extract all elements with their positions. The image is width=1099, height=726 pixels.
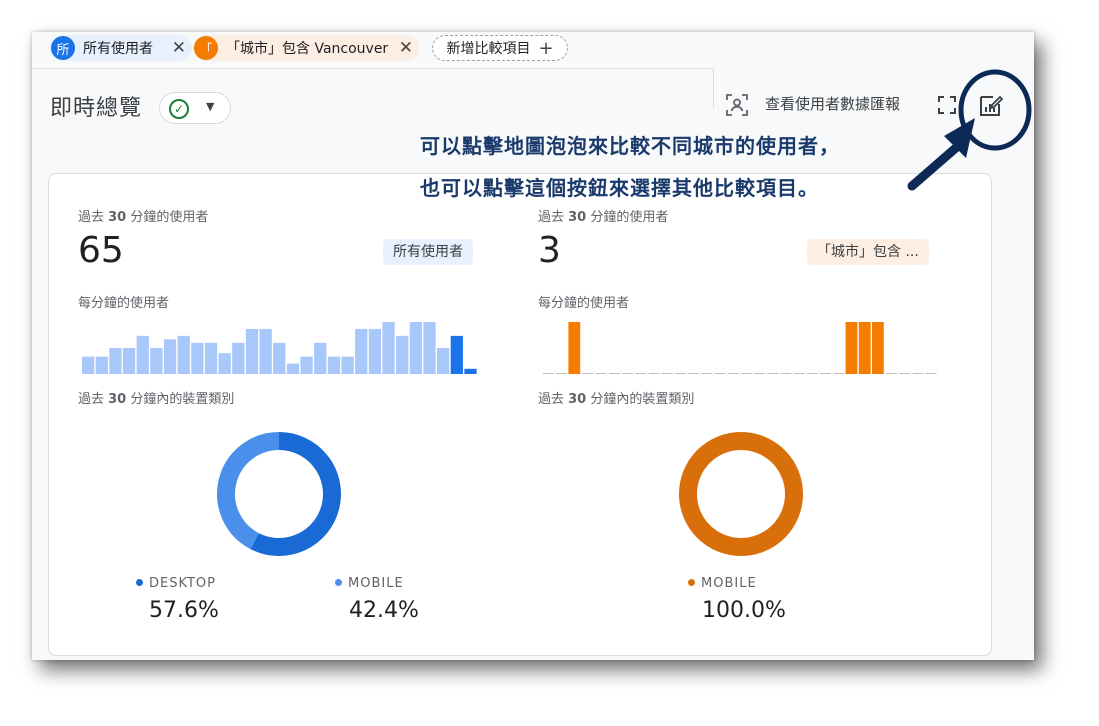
- chip-all-users[interactable]: 所 所有使用者 ✕: [50, 35, 192, 61]
- chart-bar[interactable]: [177, 335, 190, 374]
- edit-comparison-icon[interactable]: [978, 92, 1004, 118]
- fullscreen-icon[interactable]: [938, 96, 956, 114]
- chart-bar[interactable]: [150, 348, 163, 374]
- chart-bar[interactable]: [136, 335, 149, 374]
- chart-bar[interactable]: [314, 342, 327, 374]
- analytics-frame: 所 所有使用者 ✕ 「 「城市」包含 Vancouver ✕ 新增比較項目 + …: [32, 32, 1034, 660]
- chart-bar[interactable]: [163, 339, 177, 374]
- comparison-chip-bar: 所 所有使用者 ✕ 「 「城市」包含 Vancouver ✕ 新增比較項目 +: [32, 32, 1034, 68]
- annotation-line-1: 可以點擊地圖泡泡來比較不同城市的使用者，: [420, 134, 840, 158]
- avatar: 所: [51, 36, 75, 60]
- plus-icon: +: [538, 37, 554, 59]
- add-comparison-button[interactable]: 新增比較項目 +: [432, 35, 568, 61]
- legend-desktop: DESKTOP: [136, 576, 216, 591]
- page-title: 即時總覽: [50, 96, 143, 121]
- users-per-minute-chart: [543, 322, 937, 374]
- chart-bar[interactable]: [845, 322, 858, 374]
- legend-dot: [335, 579, 342, 586]
- caret-down-icon: ▼: [206, 100, 215, 113]
- chart-bar[interactable]: [858, 322, 871, 374]
- legend-dot: [688, 579, 695, 586]
- chart-bar[interactable]: [355, 328, 368, 374]
- users-per-minute-label: 每分鐘的使用者: [78, 296, 170, 311]
- add-comparison-label: 新增比較項目: [446, 41, 531, 57]
- segment-tag: 「城市」包含 ...: [807, 239, 929, 265]
- users-30min-label: 過去 30 分鐘的使用者: [78, 210, 209, 225]
- chart-bar[interactable]: [396, 335, 409, 374]
- divider: [713, 68, 714, 108]
- view-user-report-link[interactable]: 查看使用者數據匯報: [765, 93, 900, 114]
- divider: [32, 68, 714, 69]
- chart-bar[interactable]: [191, 342, 204, 374]
- close-icon[interactable]: ✕: [172, 38, 186, 58]
- legend-mobile: MOBILE: [688, 576, 757, 591]
- user-focus-icon[interactable]: [726, 94, 748, 116]
- device-category-label: 過去 30 分鐘內的裝置類別: [538, 392, 695, 407]
- legend-mobile: MOBILE: [335, 576, 404, 591]
- chart-bar[interactable]: [450, 335, 463, 374]
- chart-bar[interactable]: [437, 348, 450, 374]
- donut-slice[interactable]: [679, 432, 803, 556]
- chart-bar[interactable]: [82, 356, 95, 374]
- donut-slice[interactable]: [250, 432, 341, 556]
- avatar: 「: [194, 36, 218, 60]
- device-category-label: 過去 30 分鐘內的裝置類別: [78, 392, 235, 407]
- status-dropdown[interactable]: ✓ ▼: [159, 92, 231, 124]
- chart-bar[interactable]: [464, 368, 477, 374]
- chart-bar[interactable]: [259, 328, 272, 374]
- chart-bar[interactable]: [232, 342, 245, 374]
- segment-tag: 所有使用者: [383, 239, 473, 265]
- annotation-line-2: 也可以點擊這個按鈕來選擇其他比較項目。: [420, 176, 819, 200]
- mobile-percent: 42.4%: [349, 598, 419, 623]
- chart-bar[interactable]: [122, 348, 136, 374]
- users-per-minute-chart: [82, 322, 477, 374]
- mobile-percent: 100.0%: [702, 598, 786, 623]
- close-icon[interactable]: ✕: [399, 38, 413, 58]
- chart-bar[interactable]: [327, 356, 341, 374]
- users-per-minute-label: 每分鐘的使用者: [538, 296, 630, 311]
- legend-dot: [136, 579, 143, 586]
- users-count: 65: [78, 230, 124, 271]
- users-30min-label: 過去 30 分鐘的使用者: [538, 210, 669, 225]
- desktop-percent: 57.6%: [149, 598, 219, 623]
- realtime-overview-card: 過去 30 分鐘的使用者 65 所有使用者 每分鐘的使用者 過去 30 分鐘內的…: [48, 173, 992, 656]
- chart-bar[interactable]: [382, 322, 395, 374]
- chart-bar[interactable]: [409, 322, 422, 374]
- chart-bar[interactable]: [341, 356, 354, 374]
- chip-label: 所有使用者: [83, 41, 153, 57]
- chart-bar[interactable]: [95, 356, 108, 374]
- chip-city-vancouver[interactable]: 「 「城市」包含 Vancouver ✕: [193, 35, 419, 61]
- chart-bar[interactable]: [423, 322, 436, 374]
- chart-bar[interactable]: [273, 342, 286, 374]
- chart-bar[interactable]: [109, 348, 122, 374]
- chart-bar[interactable]: [204, 342, 218, 374]
- chart-bar[interactable]: [872, 322, 884, 374]
- chart-bar[interactable]: [300, 356, 313, 374]
- chip-label: 「城市」包含 Vancouver: [226, 41, 389, 57]
- donut-slice[interactable]: [217, 432, 280, 550]
- chart-bar[interactable]: [245, 328, 259, 374]
- users-count: 3: [538, 230, 561, 271]
- device-donut-chart: [217, 432, 341, 556]
- chart-bar[interactable]: [568, 322, 581, 374]
- device-donut-chart: [679, 432, 803, 556]
- chart-bar[interactable]: [218, 353, 231, 374]
- chart-bar[interactable]: [286, 363, 300, 374]
- chart-bar[interactable]: [368, 328, 382, 374]
- check-circle-icon: ✓: [169, 99, 189, 119]
